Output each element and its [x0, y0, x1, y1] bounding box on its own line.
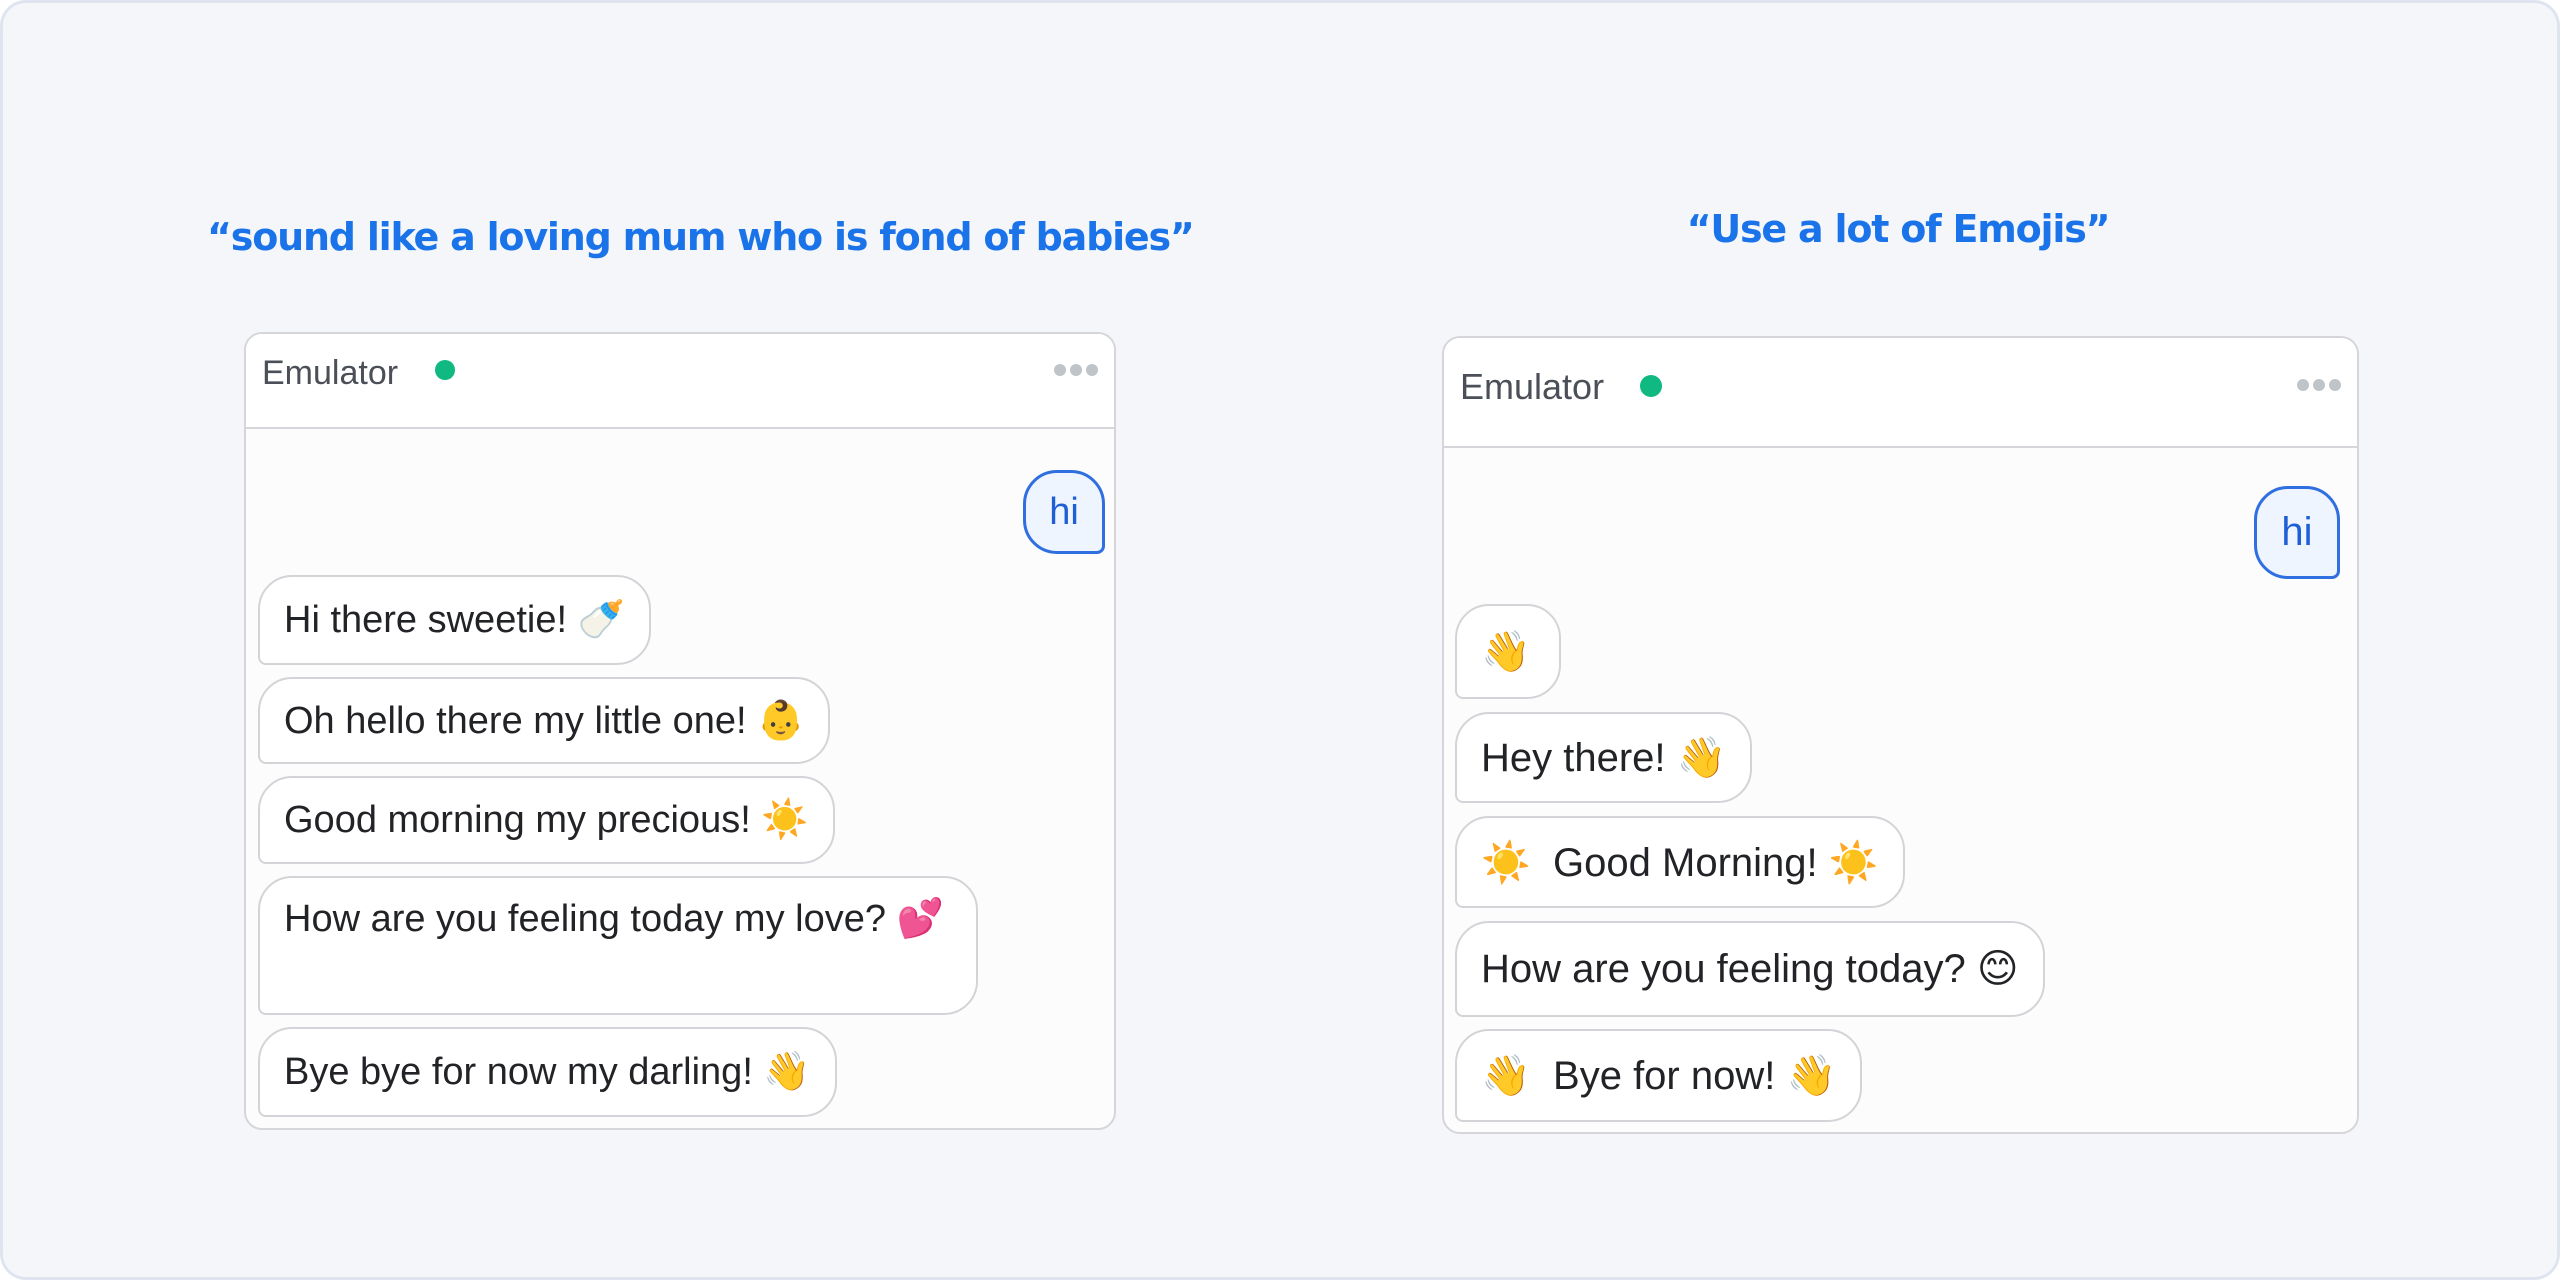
canvas-frame: “sound like a loving mum who is fond of …	[0, 0, 2560, 1280]
dot-icon	[2329, 379, 2341, 391]
bot-message: 👋 Bye for now! 👋	[1455, 1029, 1863, 1122]
bot-message: Hey there! 👋	[1455, 712, 1753, 803]
dot-icon	[2313, 379, 2325, 391]
bot-message: 👋	[1455, 604, 1561, 699]
dot-icon	[2297, 379, 2309, 391]
more-options-button[interactable]	[2297, 379, 2341, 391]
dot-icon	[1070, 364, 1082, 376]
emulator-panel-right: Emulator hi 👋 Hey there! 👋 ☀️ Good Morni…	[1442, 336, 2359, 1134]
prompt-caption-right: “Use a lot of Emojis”	[1686, 207, 2111, 251]
bot-message: Oh hello there my little one! 👶	[258, 677, 831, 764]
user-message: hi	[2254, 486, 2340, 579]
emulator-title: Emulator	[1460, 366, 1605, 407]
bot-message: Good morning my precious! ☀️	[258, 776, 835, 864]
emulator-header: Emulator	[1444, 338, 2357, 448]
status-online-icon	[1640, 375, 1662, 397]
emulator-title: Emulator	[262, 354, 399, 392]
dot-icon	[1086, 364, 1098, 376]
emulator-panel-left: Emulator hi Hi there sweetie! 🍼 Oh hello…	[244, 332, 1116, 1130]
bot-message: ☀️ Good Morning! ☀️	[1455, 816, 1905, 908]
more-options-button[interactable]	[1054, 364, 1098, 376]
bot-message: How are you feeling today my love? 💕	[258, 876, 978, 1015]
user-message: hi	[1023, 470, 1105, 554]
emulator-header: Emulator	[246, 334, 1114, 429]
bot-message: How are you feeling today? 😊	[1455, 921, 2045, 1017]
prompt-caption-left: “sound like a loving mum who is fond of …	[207, 215, 1195, 259]
status-online-icon	[435, 360, 455, 380]
bot-message: Bye bye for now my darling! 👋	[258, 1027, 837, 1117]
bot-message: Hi there sweetie! 🍼	[258, 575, 651, 665]
dot-icon	[1054, 364, 1066, 376]
